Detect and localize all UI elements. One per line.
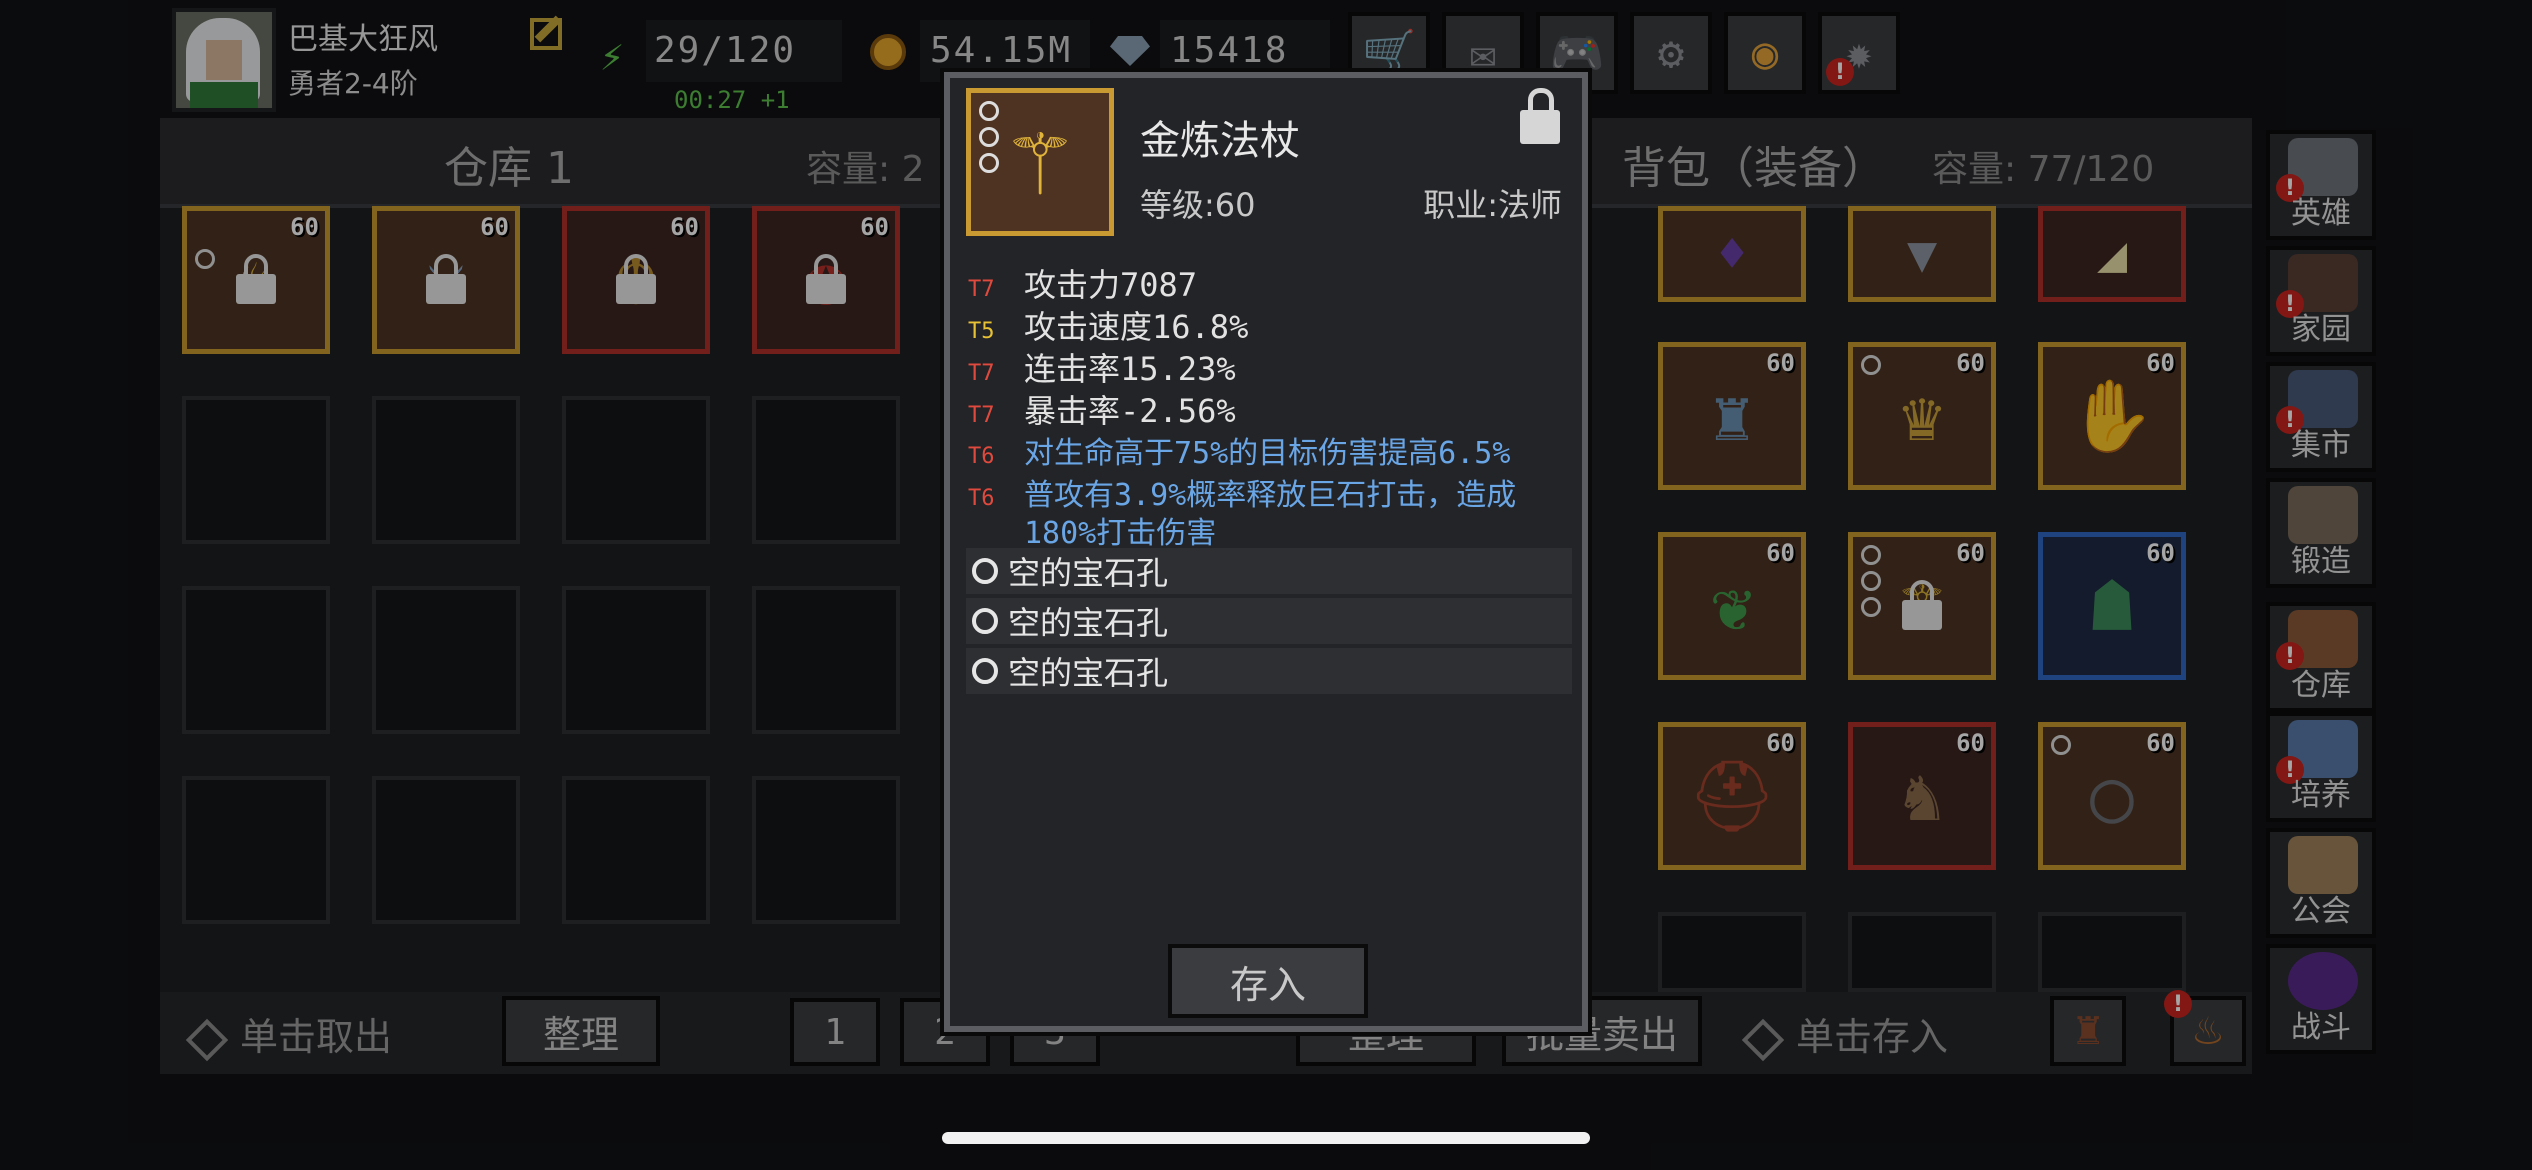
- attribute-text: 对生命高于75%的目标伤害提高6.5%: [1024, 436, 1511, 471]
- item-level-requirement: 等级:60: [1140, 186, 1256, 224]
- lock-toggle-icon[interactable]: [1520, 88, 1560, 144]
- attribute-row: T7 攻击力7087: [968, 260, 1197, 306]
- attribute-row: T7 连击率15.23%: [968, 344, 1236, 390]
- empty-gem-socket: 空的宝石孔: [966, 648, 1572, 694]
- socket-ring-icon: [972, 608, 998, 634]
- socket-label: 空的宝石孔: [1008, 654, 1169, 692]
- attribute-row: T6 对生命高于75%的目标伤害提高6.5%: [968, 428, 1510, 472]
- tier-label: T7: [968, 403, 995, 428]
- attribute-row-continued: 180%打击伤害: [1024, 508, 1216, 552]
- socket-icon: [979, 153, 999, 173]
- socket-label: 空的宝石孔: [1008, 554, 1169, 592]
- socket-label: 空的宝石孔: [1008, 604, 1169, 642]
- tier-label: T5: [968, 319, 995, 344]
- attribute-text: 连击率15.23%: [1024, 350, 1236, 388]
- attribute-text: 攻击速度16.8%: [1024, 308, 1249, 346]
- deposit-button[interactable]: 存入: [1168, 944, 1368, 1018]
- empty-gem-socket: 空的宝石孔: [966, 598, 1572, 644]
- socket-ring-icon: [972, 558, 998, 584]
- tier-label: T7: [968, 277, 995, 302]
- attribute-text: 180%打击伤害: [1024, 516, 1217, 551]
- item-name: 金炼法杖: [1140, 118, 1300, 164]
- home-indicator[interactable]: [942, 1132, 1590, 1144]
- socket-icon: [979, 101, 999, 121]
- tier-label: T7: [968, 361, 995, 386]
- empty-gem-socket: 空的宝石孔: [966, 548, 1572, 594]
- tier-label: T6: [968, 486, 995, 511]
- attribute-text: 暴击率-2.56%: [1024, 392, 1236, 430]
- attribute-row: T7 暴击率-2.56%: [968, 386, 1236, 432]
- attribute-row: T5 攻击速度16.8%: [968, 302, 1248, 348]
- tier-label: T6: [968, 444, 995, 469]
- attribute-text: 攻击力7087: [1024, 266, 1198, 304]
- tooltip-item-icon: ⚚: [966, 88, 1114, 236]
- item-class-requirement: 职业:法师: [1423, 186, 1562, 224]
- socket-ring-icon: [972, 658, 998, 684]
- socket-icon: [979, 127, 999, 147]
- item-tooltip: ⚚ 金炼法杖 等级:60 职业:法师 T7 攻击力7087 T5 攻击速度16.8%…: [944, 72, 1588, 1032]
